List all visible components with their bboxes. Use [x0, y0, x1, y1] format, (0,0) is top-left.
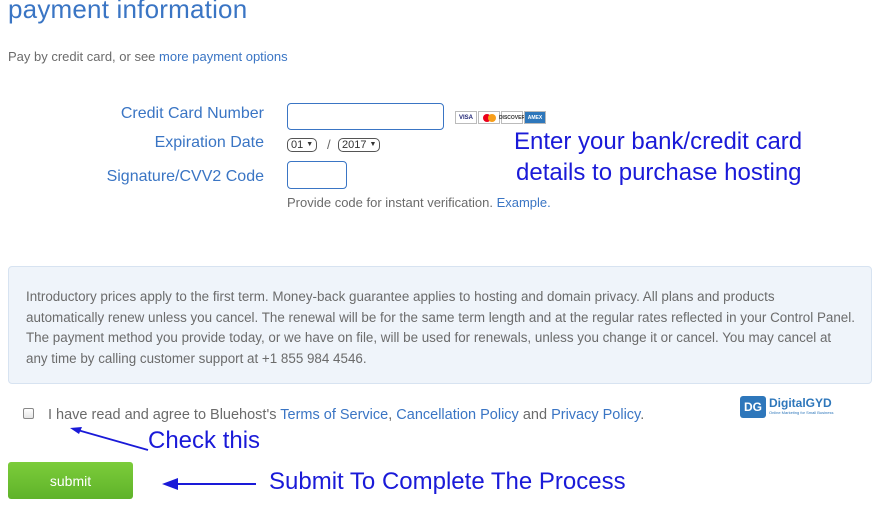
exp-separator: /	[327, 137, 331, 152]
exp-month-select[interactable]: 01 ▼	[287, 138, 318, 152]
cancellation-policy-link[interactable]: Cancellation Policy	[396, 407, 519, 423]
cvv-label: Signature/CVV2 Code	[106, 168, 264, 185]
digitalgyd-name: DigitalGYD	[769, 396, 832, 410]
annotation-check: Check this	[148, 427, 261, 454]
visa-logo-icon: VISA	[455, 111, 477, 124]
annotation-submit: Submit To Complete The Process	[269, 468, 626, 495]
accepted-cards: VISA DISCOVER AMEX	[455, 111, 546, 124]
submit-arrow-icon	[162, 478, 256, 490]
cvv-example-link[interactable]: Example.	[497, 195, 551, 210]
agreement-suffix: .	[640, 407, 645, 423]
digitalgyd-tagline: Online Marketing for Small Business	[769, 410, 834, 415]
amex-logo-icon: AMEX	[524, 111, 546, 124]
mastercard-logo-icon	[478, 111, 500, 124]
exp-month-value: 01	[291, 139, 304, 151]
cvv-hint: Provide code for instant verification. E…	[287, 195, 551, 210]
digitalgyd-wordmark: DigitalGYD Online Marketing for Small Bu…	[769, 396, 833, 415]
check-arrow-icon	[70, 427, 149, 451]
card-number-input[interactable]	[287, 103, 444, 130]
digitalgyd-logo: DG DigitalGYD Online Marketing for Small…	[740, 396, 833, 418]
cvv-hint-text: Provide code for instant verification.	[287, 195, 497, 210]
exp-year-select[interactable]: 2017 ▼	[338, 138, 381, 152]
submit-button[interactable]: submit	[8, 462, 133, 499]
terms-of-service-link[interactable]: Terms of Service	[280, 407, 388, 423]
pay-method-text: Pay by credit card, or see	[8, 49, 160, 64]
annotation-bank-line2: details to purchase hosting	[516, 159, 802, 186]
renewal-notice: Introductory prices apply to the first t…	[8, 266, 872, 384]
chevron-down-icon: ▼	[369, 141, 377, 148]
pay-method-line: Pay by credit card, or see more payment …	[8, 49, 288, 64]
discover-logo-icon: DISCOVER	[499, 111, 525, 124]
exp-year-value: 2017	[342, 139, 367, 151]
privacy-policy-link[interactable]: Privacy Policy	[551, 407, 640, 423]
renewal-notice-text: Introductory prices apply to the first t…	[26, 289, 855, 366]
digitalgyd-mark-icon: DG	[740, 396, 766, 418]
more-payment-options-link[interactable]: more payment options	[159, 49, 288, 64]
agreement-sep2: and	[518, 407, 552, 423]
expiration-label: Expiration Date	[154, 134, 264, 151]
agree-checkbox[interactable]	[23, 408, 34, 419]
annotation-bank-line1: Enter your bank/credit card	[514, 128, 803, 155]
page-title: payment information	[8, 0, 248, 24]
cvv-input[interactable]	[287, 161, 347, 189]
card-number-label: Credit Card Number	[120, 105, 264, 122]
chevron-down-icon: ▼	[306, 141, 314, 148]
